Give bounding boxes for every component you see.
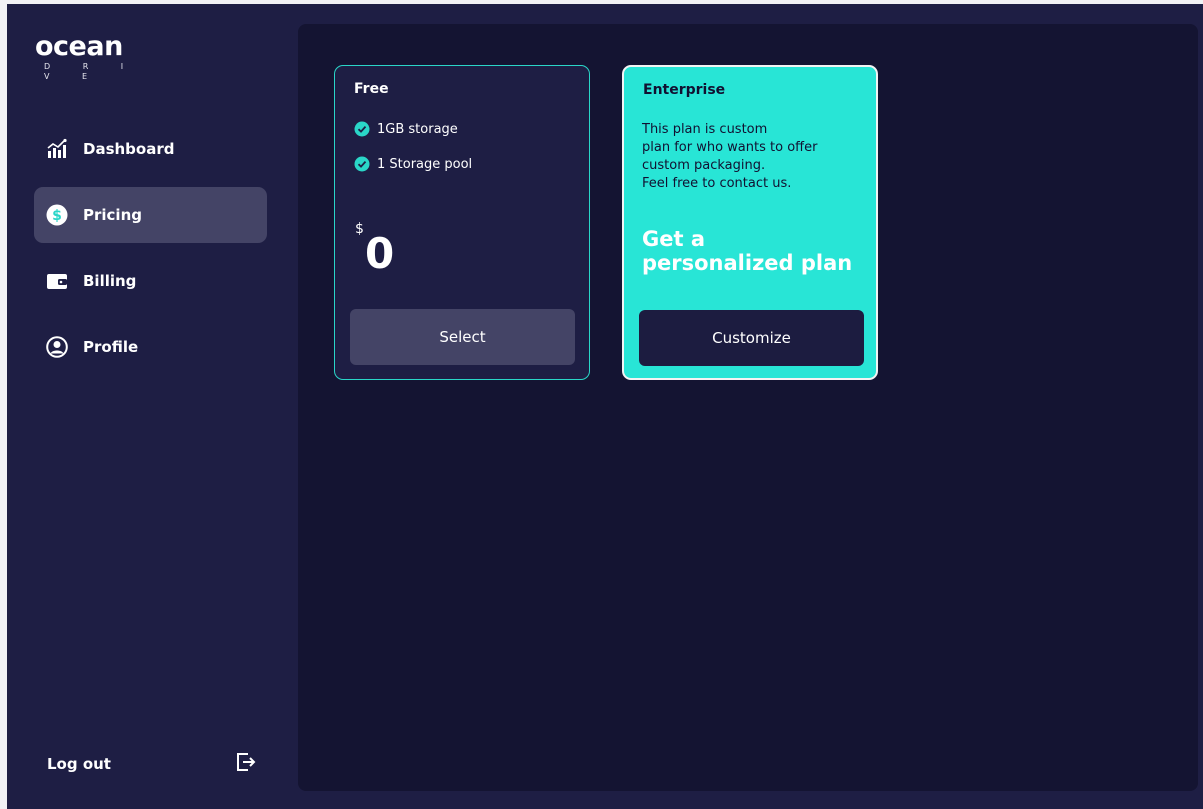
sidebar-item-label: Dashboard — [83, 140, 175, 158]
plan-feature: 1GB storage — [354, 121, 458, 137]
plan-description: This plan is custom plan for who wants t… — [642, 121, 867, 193]
plan-description-line: custom packaging. — [642, 158, 766, 173]
plan-feature-label: 1GB storage — [377, 121, 458, 137]
dollar-icon: $ — [46, 204, 68, 226]
sidebar-item-profile[interactable]: Profile — [34, 319, 267, 375]
main-panel: Free 1GB storage 1 Storage pool $ 0 Sele… — [298, 24, 1198, 791]
price-value: 0 — [365, 229, 395, 278]
plan-headline: Get a personalized plan — [642, 227, 872, 275]
customize-button[interactable]: Customize — [639, 310, 864, 366]
sidebar: ocean D R I V E Dashboard $ Pricing Bill… — [7, 4, 297, 809]
chart-icon — [46, 138, 68, 160]
plan-title: Enterprise — [643, 82, 726, 98]
sidebar-item-dashboard[interactable]: Dashboard — [34, 121, 267, 177]
user-icon — [46, 336, 68, 358]
plan-headline-line: personalized plan — [642, 251, 853, 275]
plan-headline-line: Get a — [642, 227, 705, 251]
plan-card-enterprise: Enterprise This plan is custom plan for … — [622, 65, 878, 380]
sidebar-item-label: Billing — [83, 272, 137, 290]
plan-title: Free — [354, 81, 389, 97]
wallet-icon — [46, 270, 68, 292]
logout-label: Log out — [47, 755, 111, 773]
check-badge-icon — [354, 156, 370, 172]
plan-feature: 1 Storage pool — [354, 156, 472, 172]
svg-text:$: $ — [52, 208, 62, 224]
plan-feature-label: 1 Storage pool — [377, 156, 473, 172]
sidebar-item-billing[interactable]: Billing — [34, 253, 267, 309]
brand-subtitle: D R I V E — [44, 62, 139, 81]
logout-button[interactable]: Log out — [47, 750, 257, 778]
brand-name: ocean — [35, 31, 123, 62]
plan-description-line: This plan is custom — [642, 122, 768, 137]
price-currency: $ — [355, 221, 364, 237]
select-button[interactable]: Select — [350, 309, 575, 365]
check-badge-icon — [354, 121, 370, 137]
sidebar-item-label: Profile — [83, 338, 139, 356]
sidebar-nav: Dashboard $ Pricing Billing Profile — [34, 121, 267, 385]
sidebar-item-pricing[interactable]: $ Pricing — [34, 187, 267, 243]
sidebar-item-label: Pricing — [83, 206, 142, 224]
brand-logo[interactable]: ocean D R I V E — [35, 32, 145, 82]
logout-icon[interactable] — [235, 751, 257, 777]
app-window: ocean D R I V E Dashboard $ Pricing Bill… — [7, 4, 1203, 809]
plan-description-line: plan for who wants to offer — [642, 140, 818, 155]
plan-description-line: Feel free to contact us. — [642, 176, 792, 191]
plan-card-free: Free 1GB storage 1 Storage pool $ 0 Sele… — [334, 65, 590, 380]
brand-wordmark: ocean — [35, 32, 145, 62]
